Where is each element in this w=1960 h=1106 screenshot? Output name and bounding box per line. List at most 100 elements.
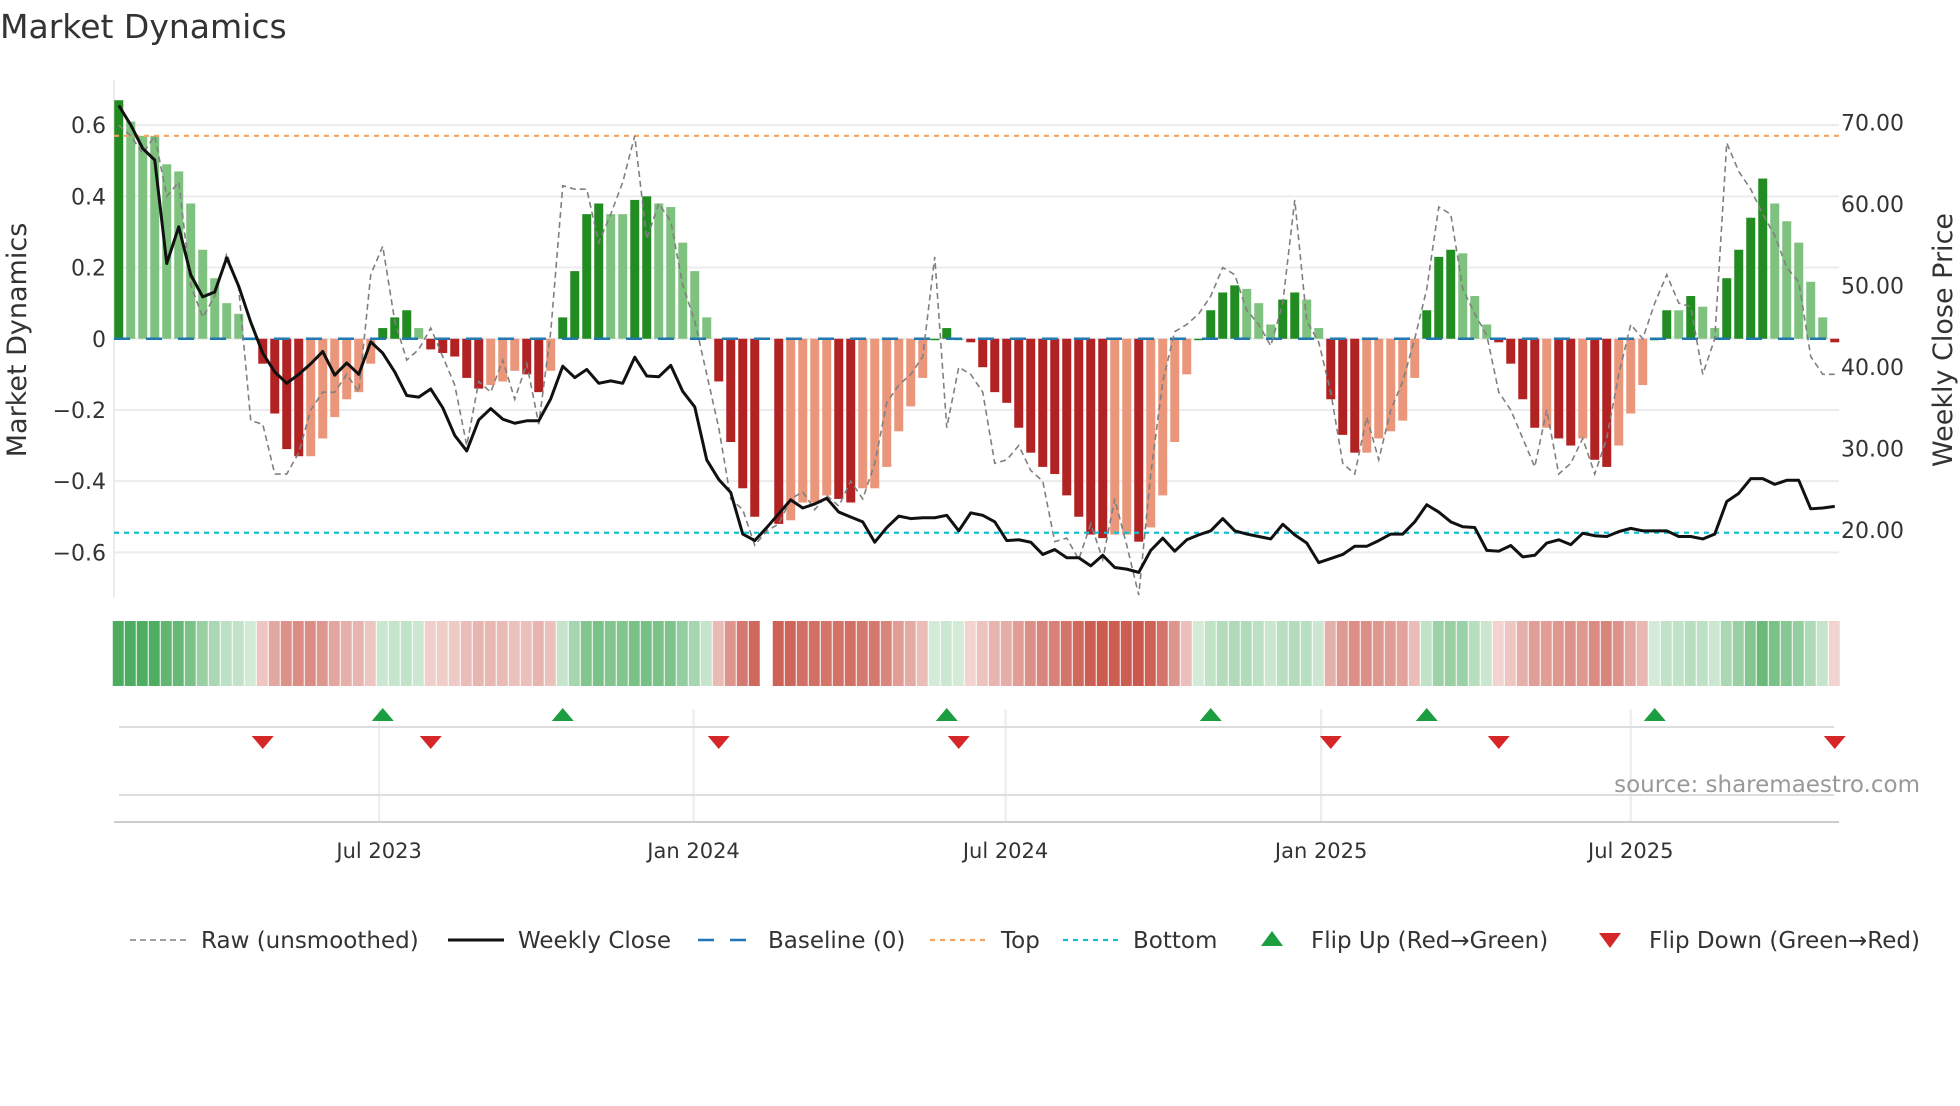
- heat-cell: [748, 621, 760, 686]
- momentum-bar: [786, 338, 796, 521]
- momentum-bar: [1566, 338, 1576, 446]
- momentum-bar: [1686, 296, 1696, 339]
- heat-cell: [1396, 621, 1408, 686]
- heat-cell: [1672, 621, 1684, 686]
- flip-up-marker: [551, 708, 574, 721]
- flip-up-marker: [935, 708, 958, 721]
- heat-cell: [1708, 621, 1720, 686]
- heat-cell: [904, 621, 916, 686]
- heat-cell: [616, 621, 628, 686]
- momentum-bar: [1698, 306, 1708, 339]
- heat-cell: [196, 621, 208, 686]
- heat-cell: [1336, 621, 1348, 686]
- momentum-bar: [534, 338, 544, 393]
- momentum-bar: [486, 338, 496, 386]
- heat-cell: [1744, 621, 1756, 686]
- heat-cell: [1528, 621, 1540, 686]
- heat-cell: [856, 621, 868, 686]
- legend-label: Top: [1000, 928, 1040, 954]
- heat-cell: [1696, 621, 1708, 686]
- momentum-bar: [990, 338, 1000, 393]
- momentum-bar: [126, 121, 136, 339]
- heat-cell: [1240, 621, 1252, 686]
- heat-cell: [640, 621, 652, 686]
- heat-cell: [1168, 621, 1180, 686]
- momentum-bar: [606, 214, 616, 339]
- heat-cell: [1648, 621, 1660, 686]
- heat-cell: [496, 621, 508, 686]
- momentum-bar: [1050, 338, 1060, 475]
- momentum-bar: [1098, 338, 1108, 539]
- heat-cell: [184, 621, 196, 686]
- heat-cell: [1780, 621, 1792, 686]
- heat-cell: [1324, 621, 1336, 686]
- momentum-bar: [678, 242, 688, 339]
- heat-cell: [1156, 621, 1168, 686]
- legend-label: Weekly Close: [518, 928, 671, 954]
- flip-up-icon: [1261, 931, 1283, 946]
- flip-up-marker: [1415, 708, 1438, 721]
- heat-cell: [1312, 621, 1324, 686]
- heat-cell: [532, 621, 544, 686]
- heat-cell: [1768, 621, 1780, 686]
- legend-label: Flip Up (Red→Green): [1311, 928, 1548, 954]
- flip-down-marker: [419, 736, 442, 749]
- heat-cell: [460, 621, 472, 686]
- heat-cell: [112, 621, 124, 686]
- heat-cell: [1048, 621, 1060, 686]
- momentum-bar: [1746, 217, 1756, 339]
- right-tick-label: 50.00: [1841, 275, 1904, 300]
- momentum-bar: [1206, 310, 1216, 339]
- heat-cell: [1552, 621, 1564, 686]
- momentum-bar: [726, 338, 736, 442]
- heat-cell: [244, 621, 256, 686]
- heat-cell: [436, 621, 448, 686]
- heat-cell: [400, 621, 412, 686]
- heat-cell: [1036, 621, 1048, 686]
- legend-item-baseline: Baseline (0): [698, 928, 905, 954]
- momentum-bar: [858, 338, 868, 489]
- flip-down-marker: [1319, 736, 1342, 749]
- momentum-bar: [582, 214, 592, 339]
- flip-down-icon: [1599, 933, 1621, 948]
- heat-cell: [712, 621, 724, 686]
- heat-cell: [160, 621, 172, 686]
- heat-cell: [664, 621, 676, 686]
- momentum-bar: [1242, 288, 1252, 339]
- momentum-bar: [966, 338, 976, 343]
- heat-cell: [1132, 621, 1144, 686]
- legend-item-bottom: Bottom: [1063, 928, 1217, 954]
- legend: Raw (unsmoothed) Weekly Close Baseline (0)…: [130, 928, 1920, 954]
- momentum-bar: [1578, 338, 1588, 439]
- momentum-bar: [1350, 338, 1360, 453]
- x-tick-label: Jan 2025: [1273, 839, 1368, 863]
- heat-cell: [328, 621, 340, 686]
- momentum-bar: [942, 328, 952, 339]
- momentum-heat-strip: [112, 621, 1840, 686]
- heat-cell: [868, 621, 880, 686]
- heat-cell: [1624, 621, 1636, 686]
- heat-cell: [724, 621, 736, 686]
- heat-cell: [1516, 621, 1528, 686]
- heat-cell: [880, 621, 892, 686]
- momentum-bar: [1122, 338, 1132, 535]
- momentum-bar: [1182, 338, 1192, 375]
- heat-cell: [484, 621, 496, 686]
- right-axis-label: Weekly Close Price: [1928, 213, 1959, 467]
- flip-up-marker: [371, 708, 394, 721]
- momentum-bar: [798, 338, 808, 503]
- heat-cell: [1732, 621, 1744, 686]
- right-tick-label: 60.00: [1841, 193, 1904, 218]
- right-tick-label: 20.00: [1841, 519, 1904, 544]
- heat-cell: [1096, 621, 1108, 686]
- momentum-bar: [1386, 338, 1396, 432]
- legend-label: Flip Down (Green→Red): [1649, 928, 1920, 954]
- momentum-bar: [462, 338, 472, 378]
- heat-cell: [928, 621, 940, 686]
- heat-cell: [136, 621, 148, 686]
- heat-cell: [124, 621, 136, 686]
- heat-cell: [1372, 621, 1384, 686]
- momentum-bar: [1482, 324, 1492, 339]
- heat-cell: [652, 621, 664, 686]
- heat-cell: [1012, 621, 1024, 686]
